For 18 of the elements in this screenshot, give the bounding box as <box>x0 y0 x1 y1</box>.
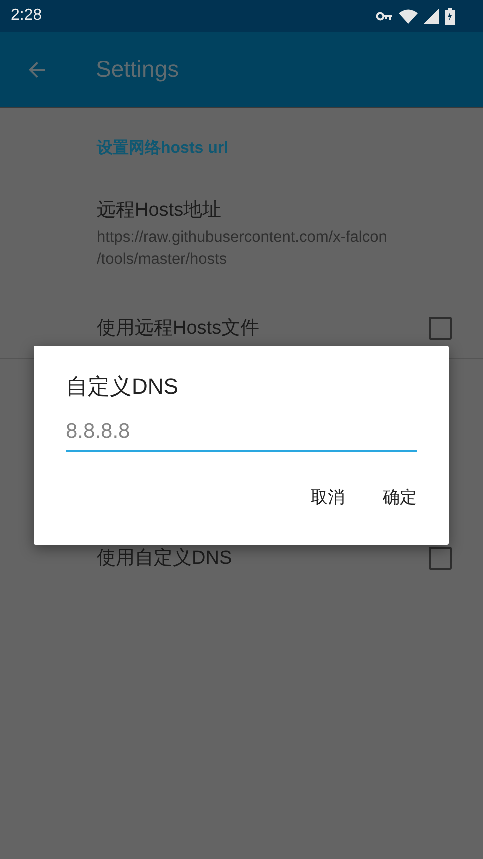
battery-icon <box>445 8 455 24</box>
preference-title: 使用自定义DNS <box>97 547 232 571</box>
preference-title: 使用远程Hosts文件 <box>97 317 260 341</box>
checkbox-preference[interactable]: 使用自定义DNS <box>0 545 483 571</box>
dialog-button[interactable]: 取消 <box>299 476 357 519</box>
dialog-title: 自定义DNS <box>66 373 180 401</box>
checkbox-preference[interactable]: 使用远程Hosts文件 <box>0 315 483 341</box>
wifi-icon <box>399 8 418 24</box>
checkbox[interactable] <box>429 316 452 340</box>
preference-title: 远程Hosts地址 <box>97 199 223 223</box>
dns-input-field[interactable]: 8.8.8.8 <box>66 420 417 452</box>
checkbox[interactable] <box>429 546 452 570</box>
dialog-button[interactable]: 确定 <box>371 476 429 519</box>
screen-title: Settings <box>96 56 180 83</box>
category-title: 设置网络hosts url <box>97 138 230 159</box>
key-icon <box>376 12 393 20</box>
status-time: 2:28 <box>11 7 42 25</box>
signal-icon <box>424 8 439 24</box>
